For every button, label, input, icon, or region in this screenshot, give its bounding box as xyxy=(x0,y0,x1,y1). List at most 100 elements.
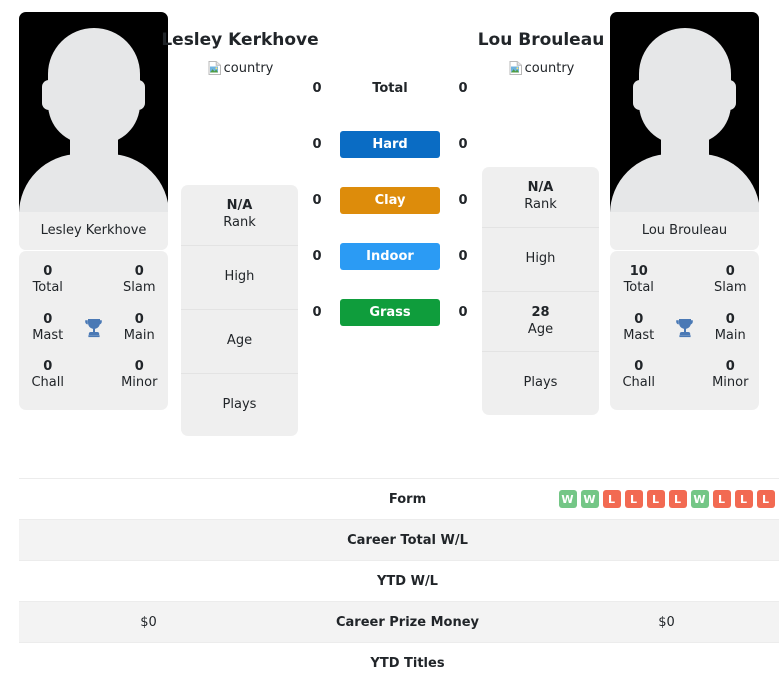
surface-comparison-list: 0 Total 0 0 Hard 0 0 Clay 0 0 Indoor 0 0 Grass 0 xyxy=(306,60,474,340)
form-badge-loss: L xyxy=(734,490,753,508)
player-left-info-card: N/A Rank High Age Plays xyxy=(181,185,298,437)
surface-row-total: 0 Total 0 xyxy=(306,60,474,116)
label: Chall xyxy=(31,375,64,391)
table-row: Career Total W/L xyxy=(19,519,779,561)
row-label-ytd-titles: YTD Titles xyxy=(278,642,537,684)
surface-left-value: 0 xyxy=(312,304,322,320)
player-left-slam-titles: 0 Slam xyxy=(111,257,169,305)
value: 0 xyxy=(725,359,735,374)
avatar-ear-right-shape xyxy=(722,80,736,110)
surface-left-value: 0 xyxy=(312,136,322,152)
trophy-icon xyxy=(668,316,702,340)
value: 28 xyxy=(531,304,550,320)
value: 0 xyxy=(725,311,735,327)
avatar-ear-right-shape xyxy=(131,80,145,110)
player-left-minor-titles: 0 Minor xyxy=(111,352,169,400)
table-row: YTD W/L xyxy=(19,560,779,602)
player-left-photo-caption: Lesley Kerkhove xyxy=(19,212,168,250)
player-right-high-row: High xyxy=(482,228,599,292)
form-badge-loss: L xyxy=(668,490,687,508)
value: 0 xyxy=(134,264,144,279)
form-badge-loss: L xyxy=(624,490,643,508)
avatar-ear-left-shape xyxy=(42,80,56,110)
row-label-career-prize-money: Career Prize Money xyxy=(278,601,537,643)
surface-left-value: 0 xyxy=(312,80,322,96)
player-left-high-row: High xyxy=(181,246,298,310)
value: 10 xyxy=(629,264,648,279)
surface-badge-clay[interactable]: Clay xyxy=(340,186,440,214)
label: Age xyxy=(226,332,253,348)
surface-row-clay: 0 Clay 0 xyxy=(306,172,474,228)
player-right-slam-titles: 0 Slam xyxy=(702,257,760,305)
player-right-titles-card: 10 Total 0 Slam 0 Mast 0 Main 0 Chall 0 … xyxy=(610,251,759,410)
value: 0 xyxy=(725,264,735,279)
right-value-cell xyxy=(537,560,779,602)
surface-badge-hard[interactable]: Hard xyxy=(340,130,440,158)
row-label-ytd-w-l: YTD W/L xyxy=(278,560,537,602)
player-left-name: Lesley Kerkhove xyxy=(161,30,319,50)
trophy-icon xyxy=(77,316,111,340)
player-right-info-card: N/A Rank High 28 Age Plays xyxy=(482,167,599,416)
form-badge-loss: L xyxy=(646,490,665,508)
label: Main xyxy=(714,327,746,343)
label: Slam xyxy=(714,280,747,296)
left-value-cell xyxy=(19,560,278,602)
surface-badge-grass[interactable]: Grass xyxy=(340,298,440,326)
player-right-main-titles: 0 Main xyxy=(702,305,760,353)
left-value-cell xyxy=(19,519,278,561)
label: High xyxy=(224,268,255,284)
player-right-country: country xyxy=(446,60,636,76)
player-left-plays-row: Plays xyxy=(181,374,298,437)
player-left-titles-card: 0 Total 0 Slam 0 Mast 0 Main 0 Chall 0 M… xyxy=(19,251,168,410)
player-right-age-row: 28 Age xyxy=(482,292,599,353)
value: 0 xyxy=(634,311,644,327)
label: Plays xyxy=(523,375,558,391)
comparison-panel: Lesley Kerkhove 0 Total 0 Slam 0 Mast 0 … xyxy=(0,0,779,478)
right-value-cell xyxy=(537,519,779,561)
label: Minor xyxy=(712,375,749,391)
table-row: Form W W L L L L W L L L xyxy=(19,478,779,520)
player-left-challenger-titles: 0 Chall xyxy=(19,352,77,400)
player-right-total-titles: 10 Total xyxy=(610,257,668,305)
form-badge-group: WWLLLLWLLL xyxy=(543,490,779,508)
right-form-cell: WWLLLLWLLL xyxy=(537,478,779,520)
label: Mast xyxy=(623,327,655,343)
player-right-minor-titles: 0 Minor xyxy=(702,352,760,400)
label: High xyxy=(525,250,556,266)
label: Slam xyxy=(123,280,156,296)
left-value-cell xyxy=(19,478,278,520)
row-label-career-total-w-l: Career Total W/L xyxy=(278,519,537,561)
value: 0 xyxy=(43,264,53,279)
form-badge-loss: L xyxy=(602,490,621,508)
broken-image-icon xyxy=(207,60,223,76)
value: N/A xyxy=(527,180,554,195)
form-badge-loss: L xyxy=(712,490,731,508)
table-row: $0 Career Prize Money $0 xyxy=(19,601,779,643)
player-left-country-alt: country xyxy=(223,60,274,76)
player-left-age-row: Age xyxy=(181,310,298,374)
form-badge-loss: L xyxy=(756,490,775,508)
player-right-masters-titles: 0 Mast xyxy=(610,305,668,353)
surface-left-value: 0 xyxy=(312,192,322,208)
form-badge-win: W xyxy=(558,490,577,508)
label: Rank xyxy=(223,214,256,230)
left-value-cell xyxy=(19,642,278,684)
avatar-ear-left-shape xyxy=(633,80,647,110)
table-row: YTD Titles xyxy=(19,642,779,684)
label: Mast xyxy=(32,327,64,343)
left-value-cell: $0 xyxy=(19,601,278,643)
surface-row-indoor: 0 Indoor 0 xyxy=(306,228,474,284)
value: 0 xyxy=(134,359,144,374)
player-left-total-titles: 0 Total xyxy=(19,257,77,305)
surface-right-value: 0 xyxy=(458,136,468,152)
label: Total xyxy=(623,280,654,296)
surface-right-value: 0 xyxy=(458,192,468,208)
form-badge-win: W xyxy=(690,490,709,508)
label: Plays xyxy=(222,396,257,412)
surface-right-value: 0 xyxy=(458,248,468,264)
right-value-cell: $0 xyxy=(537,601,779,643)
player-right-plays-row: Plays xyxy=(482,352,599,415)
surface-badge-indoor[interactable]: Indoor xyxy=(340,242,440,270)
label: Age xyxy=(527,321,554,337)
row-label-form: Form xyxy=(278,478,537,520)
